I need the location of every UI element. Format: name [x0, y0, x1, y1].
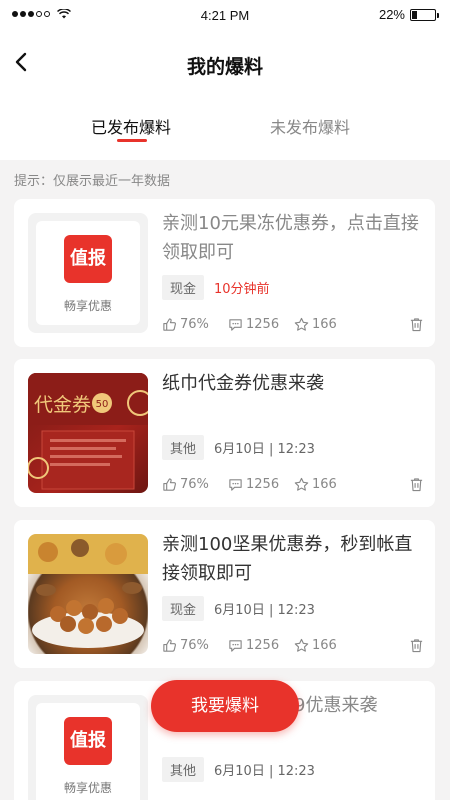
battery-icon	[410, 8, 439, 21]
favorite-count: 166	[312, 477, 337, 492]
post-title: 纸巾代金券优惠来袭	[162, 373, 324, 394]
favorite-count: 166	[312, 317, 337, 332]
post-thumbnail: 值报 畅享优惠	[28, 213, 148, 333]
coupon-image: 代金券 50	[28, 373, 148, 490]
page-title: 我的爆料	[186, 56, 263, 78]
favorite-stat[interactable]: 166	[294, 638, 337, 653]
like-count: 76%	[180, 477, 209, 492]
thumb-up-icon	[163, 639, 177, 652]
comment-icon	[229, 640, 242, 652]
header: 我的爆料	[0, 32, 450, 98]
like-stat[interactable]: 76%	[162, 477, 209, 492]
thumb-up-icon	[163, 318, 177, 331]
category-tag: 现金	[162, 275, 205, 300]
post-time: 6月10日 | 12:23	[214, 603, 315, 618]
like-count: 76%	[180, 317, 209, 332]
comment-count: 1256	[246, 317, 280, 332]
post-thumbnail: 代金券 50	[28, 373, 148, 493]
star-icon	[294, 317, 309, 331]
tab-bar: 已发布爆料 未发布爆料	[0, 98, 450, 160]
post-thumbnail: 值报 畅享优惠	[28, 695, 148, 800]
post-stats: 76% 1256 166	[162, 477, 424, 497]
like-stat[interactable]: 76%	[162, 638, 209, 653]
category-tag: 现金	[162, 596, 205, 621]
post-time: 10分钟前	[214, 282, 270, 297]
post-card[interactable]: 亲测100坚果优惠券，秒到帐直接领取即可 现金 6月10日 | 12:23 76…	[14, 520, 435, 668]
post-time: 6月10日 | 12:23	[214, 764, 315, 779]
favorite-count: 166	[312, 638, 337, 653]
comment-stat[interactable]: 1256	[228, 638, 279, 653]
thumb-up-icon	[163, 478, 177, 491]
like-count: 76%	[180, 638, 209, 653]
logo-subtitle: 畅享优惠	[63, 781, 112, 795]
post-thumbnail	[28, 534, 148, 654]
battery-status: 22%	[378, 7, 439, 22]
post-time: 6月10日 | 12:23	[214, 442, 315, 457]
logo-subtitle: 畅享优惠	[63, 299, 112, 313]
comment-stat[interactable]: 1256	[228, 317, 279, 332]
post-card[interactable]: 值报 畅享优惠 亲测10元果冻优惠券，点击直接领取即可 现金 10分钟前 76%…	[14, 199, 435, 347]
trash-icon[interactable]	[409, 638, 424, 653]
like-stat[interactable]: 76%	[162, 317, 209, 332]
post-title: 9优惠来袭	[294, 695, 378, 716]
battery-percent: 22%	[378, 7, 405, 22]
comment-icon	[229, 479, 242, 491]
star-icon	[294, 477, 309, 491]
app-logo: 值报	[64, 717, 112, 765]
post-card[interactable]: 代金券 50 纸巾代金券优惠来袭 其他 6月10日 | 12:23 76% 12…	[14, 359, 435, 507]
app-logo: 值报	[64, 235, 112, 283]
post-title: 亲测10元果冻优惠券，点击直接领取即可	[162, 213, 419, 263]
category-tag: 其他	[162, 435, 205, 460]
nuts-image	[28, 534, 148, 648]
post-title: 亲测100坚果优惠券，秒到帐直接领取即可	[162, 534, 413, 584]
tab-indicator	[117, 139, 147, 142]
star-icon	[294, 638, 309, 652]
comment-count: 1256	[246, 477, 280, 492]
post-deal-button[interactable]: 我要爆料	[151, 680, 299, 732]
tab-published[interactable]: 已发布爆料	[61, 114, 201, 138]
status-bar: 4:21 PM 22%	[0, 0, 450, 32]
comment-icon	[229, 319, 242, 331]
trash-icon[interactable]	[409, 317, 424, 332]
post-stats: 76% 1256 166	[162, 317, 424, 337]
comment-stat[interactable]: 1256	[228, 477, 279, 492]
post-stats: 76% 1256 166	[162, 638, 424, 658]
tab-unpublished[interactable]: 未发布爆料	[240, 114, 380, 138]
category-tag: 其他	[162, 757, 205, 782]
comment-count: 1256	[246, 638, 280, 653]
favorite-stat[interactable]: 166	[294, 317, 337, 332]
favorite-stat[interactable]: 166	[294, 477, 337, 492]
trash-icon[interactable]	[409, 477, 424, 492]
coupon-image-value: 50	[96, 399, 109, 410]
notice-text: 提示：仅展示最近一年数据	[14, 174, 171, 189]
coupon-image-text: 代金券	[34, 394, 91, 416]
